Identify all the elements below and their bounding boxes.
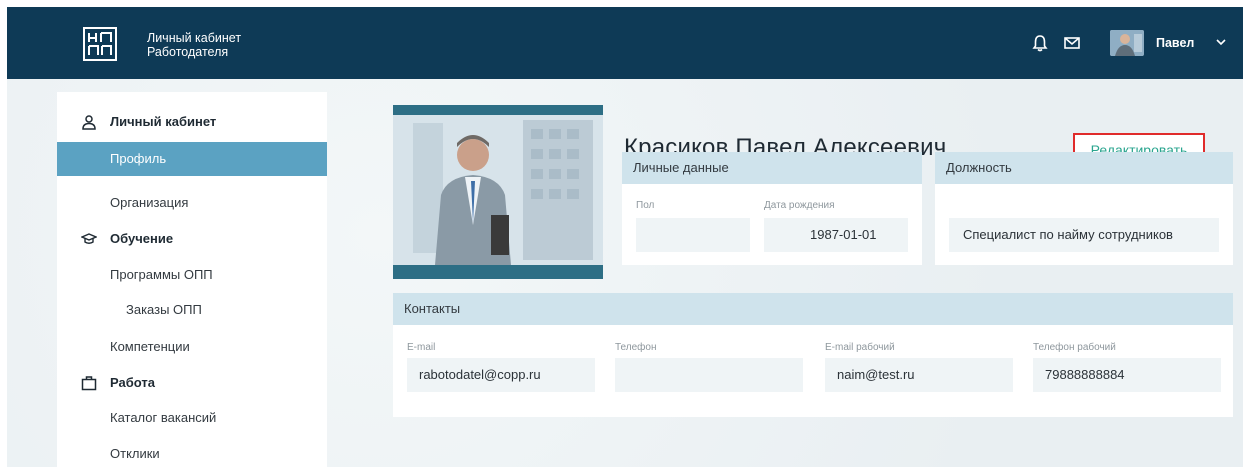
brand-title[interactable]: Личный кабинет Работодателя (147, 31, 241, 59)
screen-frame: Личный кабинет Работодателя Павел Личный… (0, 0, 1249, 467)
sidebar-item-label: Профиль (110, 151, 167, 166)
avatar[interactable] (1110, 30, 1144, 56)
sidebar-item-competencies[interactable]: Компетенции (57, 330, 327, 364)
sidebar-item-programs[interactable]: Программы ОПП (57, 258, 327, 292)
user-name[interactable]: Павел (1156, 36, 1194, 50)
card-header: Личные данные (622, 152, 922, 184)
profile-photo (393, 105, 603, 279)
sidebar-section-education[interactable]: Обучение (57, 222, 327, 256)
phone-field (615, 358, 803, 392)
sidebar-section-personal-cabinet[interactable]: Личный кабинет (57, 105, 327, 139)
chevron-down-icon[interactable] (1214, 35, 1228, 49)
email-label: E-mail (407, 342, 436, 353)
card-header: Контакты (393, 293, 1233, 325)
gender-field (636, 218, 750, 252)
graduation-cap-icon (81, 233, 97, 244)
top-header: Личный кабинет Работодателя Павел (7, 7, 1243, 79)
sidebar-item-orders[interactable]: Заказы ОПП (57, 293, 327, 327)
work-email-field: naim@test.ru (825, 358, 1013, 392)
email-field: rabotodatel@copp.ru (407, 358, 595, 392)
work-phone-label: Телефон рабочий (1033, 342, 1116, 353)
sidebar-item-label: Программы ОПП (110, 267, 213, 282)
position-field: Специалист по найму сотрудников (949, 218, 1219, 252)
user-icon (82, 115, 96, 130)
brand-line-2: Работодателя (147, 45, 229, 59)
sidebar-item-label: Каталог вакансий (110, 410, 217, 425)
phone-label: Телефон (615, 342, 657, 353)
gender-label: Пол (636, 200, 655, 211)
person-photo-icon (393, 105, 603, 279)
sidebar-item-label: Компетенции (110, 339, 190, 354)
personal-data-card: Личные данные Пол Дата рождения 1987-01-… (622, 152, 922, 265)
avatar-photo-icon (1110, 30, 1144, 56)
sidebar-item-label: Обучение (110, 231, 174, 246)
card-header: Должность (935, 152, 1233, 184)
briefcase-icon (81, 376, 97, 391)
sidebar-item-responses[interactable]: Отклики (57, 437, 327, 467)
sidebar-item-organization[interactable]: Организация (57, 186, 327, 220)
app-window: Личный кабинет Работодателя Павел Личный… (7, 7, 1243, 467)
sidebar-item-label: Личный кабинет (110, 114, 217, 129)
sidebar-item-label: Работа (110, 375, 155, 390)
sidebar-item-label: Организация (110, 195, 189, 210)
sidebar-item-profile[interactable]: Профиль (57, 142, 327, 176)
bell-icon[interactable] (1030, 33, 1050, 53)
work-phone-field: 79888888884 (1033, 358, 1221, 392)
sidebar-section-work[interactable]: Работа (57, 366, 327, 400)
sidebar-item-label: Заказы ОПП (126, 302, 202, 317)
brand-line-1: Личный кабинет (147, 31, 242, 45)
sidebar: Личный кабинет Профиль Организация Обуче… (57, 92, 327, 467)
birth-date-label: Дата рождения (764, 200, 835, 211)
sidebar-item-vacancies[interactable]: Каталог вакансий (57, 401, 327, 435)
logo-icon[interactable] (83, 27, 117, 61)
work-email-label: E-mail рабочий (825, 342, 895, 353)
position-card: Должность Специалист по найму сотруднико… (935, 152, 1233, 265)
mail-icon[interactable] (1062, 33, 1082, 53)
contacts-card: Контакты E-mail rabotodatel@copp.ru Теле… (393, 293, 1233, 417)
birth-date-field: 1987-01-01 (764, 218, 908, 252)
sidebar-item-label: Отклики (110, 446, 160, 461)
